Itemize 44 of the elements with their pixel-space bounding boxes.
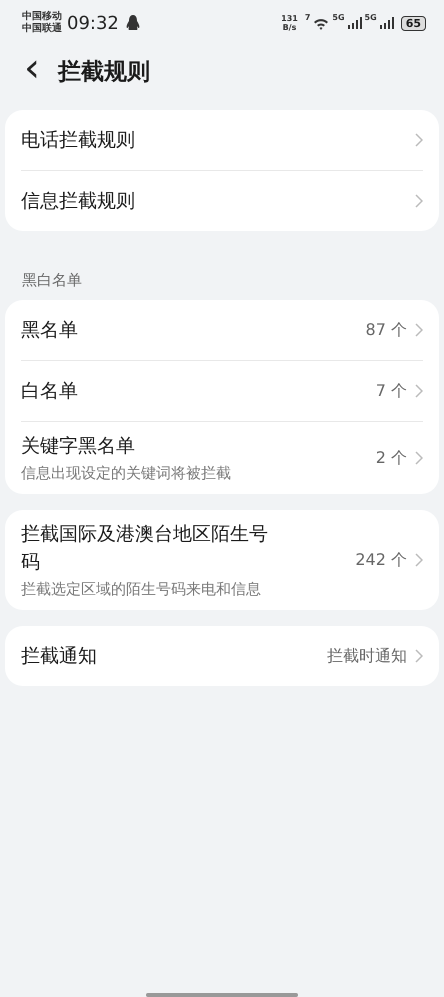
item-title: 电话拦截规则 bbox=[21, 128, 136, 153]
back-button[interactable]: ‹ bbox=[20, 52, 44, 90]
item-title: 信息拦截规则 bbox=[21, 189, 136, 214]
item-title: 黑名单 bbox=[21, 318, 79, 343]
battery-indicator: 65 bbox=[400, 16, 426, 30]
chevron-icon bbox=[415, 194, 423, 208]
section-heading: 黑白名单 bbox=[21, 270, 83, 291]
chevron-icon bbox=[415, 649, 423, 663]
item-description: 拦截选定区域的陌生号码来电和信息 bbox=[21, 579, 262, 600]
item-title: 关键字黑名单 bbox=[21, 434, 136, 459]
item-value: 87 个 bbox=[366, 320, 407, 340]
chevron-icon bbox=[415, 451, 423, 465]
signal-icon bbox=[348, 17, 362, 29]
network-type: 5G bbox=[364, 13, 377, 22]
item-value: 2 个 bbox=[376, 448, 407, 468]
settings-item[interactable]: 拦截国际及港澳台地区陌生号码 拦截选定区域的陌生号码来电和信息 242 个 bbox=[21, 510, 423, 610]
status-time: 09:32 bbox=[67, 12, 119, 34]
network-speed: 131 bbox=[281, 14, 298, 23]
item-value: 242 个 bbox=[355, 550, 407, 570]
settings-item[interactable]: 黑名单 87 个 bbox=[21, 300, 423, 360]
item-title: 白名单 bbox=[21, 379, 79, 404]
page-title: 拦截规则 bbox=[58, 58, 150, 86]
network-type: 5G bbox=[332, 13, 345, 22]
settings-item[interactable]: 电话拦截规则 bbox=[21, 110, 423, 170]
settings-item[interactable]: 白名单 7 个 bbox=[21, 361, 423, 421]
carrier-name: 中国联通 bbox=[22, 23, 62, 35]
item-title: 拦截通知 bbox=[21, 644, 98, 669]
penguin-icon bbox=[126, 15, 140, 31]
signal-icon bbox=[380, 17, 394, 29]
settings-item[interactable]: 信息拦截规则 bbox=[21, 171, 423, 231]
item-description: 信息出现设定的关键词将被拦截 bbox=[21, 463, 232, 484]
wifi-label: 7 bbox=[304, 13, 310, 22]
item-value: 7 个 bbox=[376, 380, 407, 402]
item-value: 拦截时通知 bbox=[327, 646, 407, 666]
item-title: 拦截国际及港澳台地区陌生号码 bbox=[21, 522, 269, 575]
chevron-icon bbox=[415, 133, 423, 147]
wifi-icon bbox=[313, 16, 330, 30]
network-speed: B/s bbox=[282, 23, 296, 32]
chevron-icon bbox=[415, 384, 423, 398]
chevron-icon bbox=[415, 323, 423, 337]
chevron-icon bbox=[415, 553, 423, 567]
settings-item[interactable]: 关键字黑名单 信息出现设定的关键词将被拦截 2 个 bbox=[21, 422, 423, 494]
settings-item[interactable]: 拦截通知 拦截时通知 bbox=[21, 626, 423, 686]
carrier-name: 中国移动 bbox=[22, 11, 62, 22]
